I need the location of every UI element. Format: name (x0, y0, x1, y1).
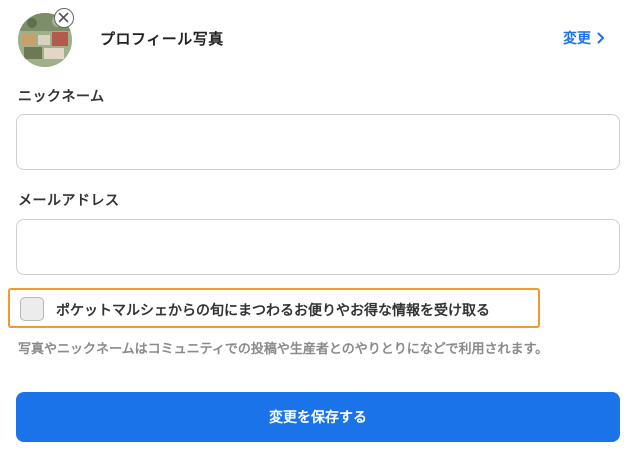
profile-photo-row: プロフィール写真 変更 (0, 0, 631, 76)
profile-edit-form: プロフィール写真 変更 ニックネーム メールアドレス ポケットマルシェからの旬に… (0, 0, 631, 450)
usage-note: 写真やニックネームはコミュニティでの投稿や生産者とのやりとりになどで利用されます… (18, 342, 549, 357)
change-photo-label: 変更 (563, 31, 591, 47)
newsletter-optin: ポケットマルシェからの旬にまつわるお便りやお得な情報を受け取る (8, 288, 540, 328)
save-button[interactable]: 変更を保存する (16, 392, 620, 442)
newsletter-checkbox[interactable] (20, 297, 44, 321)
email-input[interactable] (16, 219, 620, 275)
remove-photo-button[interactable] (54, 8, 74, 28)
nickname-input[interactable] (16, 114, 620, 170)
change-photo-link[interactable]: 変更 (563, 28, 605, 48)
close-icon (58, 12, 69, 23)
newsletter-optin-label[interactable]: ポケットマルシェからの旬にまつわるお便りやお得な情報を受け取る (56, 300, 490, 320)
profile-photo-title: プロフィール写真 (100, 30, 224, 48)
email-label: メールアドレス (18, 193, 120, 209)
chevron-right-icon (597, 32, 604, 44)
nickname-label: ニックネーム (18, 89, 105, 105)
